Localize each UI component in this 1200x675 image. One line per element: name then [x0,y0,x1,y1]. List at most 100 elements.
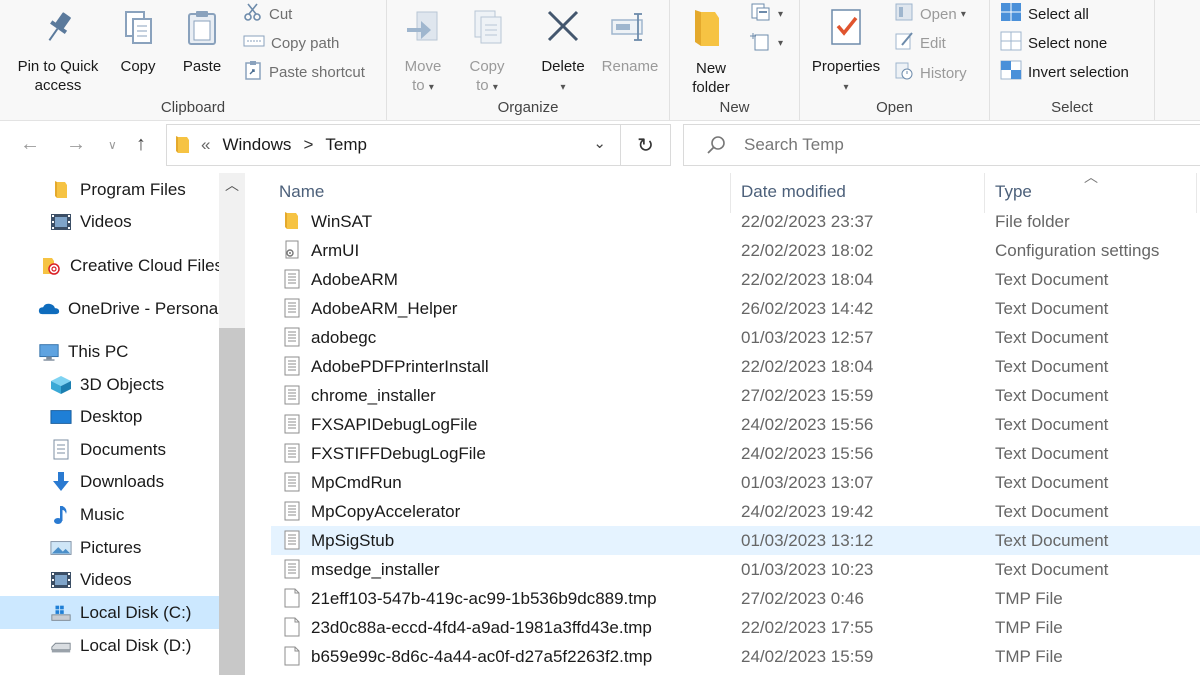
file-row[interactable]: ArmUI 22/02/2023 18:02 Configuration setti… [271,236,1200,265]
file-row[interactable]: MpSigStub 01/03/2023 13:12 Text Document [271,526,1200,555]
nav-item-local-disk-c[interactable]: Local Disk (C:) [50,598,191,628]
history-button[interactable]: History [894,62,967,85]
copy-button[interactable]: Copy [110,8,166,76]
nav-item-3d-objects[interactable]: 3D Objects [50,370,164,400]
paste-icon [173,8,231,53]
text-file-icon [283,385,301,410]
delete-button[interactable]: Delete ▾ [533,8,593,97]
cut-button[interactable]: Cut [243,3,292,26]
column-divider[interactable] [1196,173,1197,213]
file-row[interactable]: msedge_installer 01/03/2023 10:23 Text Doc… [271,555,1200,584]
rename-button[interactable]: Rename [597,8,663,76]
address-overflow[interactable]: « [201,135,210,155]
properties-button[interactable]: Properties ▾ [804,8,888,97]
column-divider[interactable] [730,173,731,213]
open-group: Properties ▾ Open ▾ Edit History Open [800,0,990,120]
refresh-icon: ↻ [637,134,654,157]
file-type: Text Document [995,415,1109,434]
nav-item-this-pc[interactable]: This PC [38,337,128,367]
file-type: Configuration settings [995,241,1160,260]
file-row[interactable]: MpCmdRun 01/03/2023 13:07 Text Document [271,468,1200,497]
nav-item-label: 3D Objects [80,375,165,394]
nav-item-program-files[interactable]: Program Files [50,175,186,205]
recent-locations-chevron-icon[interactable]: ∨ [108,138,117,152]
copy-path-button[interactable]: Copy path [243,33,339,55]
nav-item-pictures[interactable]: Pictures [50,533,141,563]
paste-button[interactable]: Paste [173,8,231,76]
file-name: ArmUI [311,241,360,260]
copy-to-button[interactable]: Copy to ▾ [457,8,517,97]
file-row[interactable]: 23d0c88a-eccd-4fd4-a9ad-1981a3ffd43e.tmp… [271,613,1200,642]
new-item-button[interactable]: ▾ [750,3,783,26]
column-header-name[interactable]: Name [279,182,324,202]
nav-item-local-disk-d[interactable]: Local Disk (D:) [50,631,191,661]
file-row[interactable]: AdobePDFPrinterInstall 22/02/2023 18:04 Te… [271,352,1200,381]
navigation-scrollbar-thumb[interactable] [219,328,245,675]
nav-item-desktop[interactable]: Desktop [50,402,142,432]
file-type: Text Document [995,473,1109,492]
file-row[interactable]: FXSAPIDebugLogFile 24/02/2023 15:56 Text D… [271,410,1200,439]
file-row[interactable]: WinSAT 22/02/2023 23:37 File folder [271,207,1200,236]
nav-item-downloads[interactable]: Downloads [50,467,164,497]
move-to-button[interactable]: Move to ▾ [393,8,453,97]
nav-item-music[interactable]: Music [50,500,124,530]
breadcrumb-temp[interactable]: Temp [325,135,367,155]
open-button[interactable]: Open ▾ [894,3,966,26]
navigation-scrollbar[interactable]: ︿ [219,173,245,675]
file-type: Text Document [995,270,1109,289]
scroll-up-chevron-icon[interactable]: ︿ [225,175,239,195]
paste-shortcut-button[interactable]: Paste shortcut [243,60,365,84]
file-row[interactable]: MpCopyAccelerator 24/02/2023 19:42 Text Do… [271,497,1200,526]
text-file-icon [283,269,301,294]
file-row[interactable]: FXSTIFFDebugLogFile 24/02/2023 15:56 Text … [271,439,1200,468]
file-row[interactable]: 21eff103-547b-419c-ac99-1b536b9dc889.tmp… [271,584,1200,613]
select-all-button[interactable]: Select all [1000,2,1089,26]
search-box[interactable]: Search Temp [683,124,1200,166]
easy-access-button[interactable]: ▾ [750,32,783,55]
file-type: Text Document [995,328,1109,347]
new-folder-label-line1: New [695,60,726,77]
open-group-label: Open [876,99,913,116]
file-row[interactable]: AdobeARM 22/02/2023 18:04 Text Document [271,265,1200,294]
invert-selection-button[interactable]: Invert selection [1000,60,1129,84]
up-arrow-icon[interactable]: ↑ [136,133,146,156]
forward-arrow-icon[interactable]: → [66,133,86,156]
nav-item-videos-2[interactable]: Videos [50,565,132,595]
3d-objects-icon [50,375,72,395]
file-row[interactable]: AdobeARM_Helper 26/02/2023 14:42 Text Docu… [271,294,1200,323]
new-folder-button[interactable]: New folder [676,8,746,97]
file-row[interactable]: adobegc 01/03/2023 12:57 Text Document [271,323,1200,352]
nav-item-label: Documents [80,440,166,459]
downloads-icon [50,472,72,492]
address-bar[interactable]: « Windows > Temp ⌄ [166,124,621,166]
nav-item-onedrive[interactable]: OneDrive - Personal [38,294,220,324]
back-arrow-icon[interactable]: ← [20,133,40,156]
config-icon [283,240,301,265]
text-file-icon [283,530,301,555]
nav-item-documents[interactable]: Documents [50,435,166,465]
organize-group: Move to ▾ Copy to ▾ Delete ▾ Rename Orga… [387,0,670,120]
blank-file-icon [283,646,301,671]
select-none-button[interactable]: Select none [1000,31,1107,55]
nav-item-creative-cloud[interactable]: Creative Cloud Files [40,251,220,281]
column-header-date-modified[interactable]: Date modified [741,182,846,202]
copy-path-icon [243,33,265,56]
breadcrumb-windows[interactable]: Windows [222,135,291,155]
refresh-button[interactable]: ↻ [621,124,671,166]
edit-button[interactable]: Edit [894,31,946,55]
address-dropdown-chevron-icon[interactable]: ⌄ [593,134,606,152]
file-row[interactable]: b659e99c-8d6c-4a44-ac0f-d27a5f2263f2.tmp… [271,642,1200,671]
file-date-modified: 22/02/2023 18:02 [741,241,874,260]
properties-label: Properties [811,58,881,75]
nav-item-videos[interactable]: Videos [50,207,132,237]
copy-path-label: Copy path [271,35,340,52]
file-name: WinSAT [311,212,373,231]
column-header-type[interactable]: Type [995,182,1032,202]
nav-item-label: Videos [80,570,132,589]
breadcrumb-separator[interactable]: > [303,135,313,155]
pin-to-quick-access-button[interactable]: Pin to Quick access [8,8,108,95]
file-name: FXSTIFFDebugLogFile [311,444,486,463]
windows-drive-icon [50,603,72,623]
column-divider[interactable] [984,173,985,213]
file-row[interactable]: chrome_installer 27/02/2023 15:59 Text Doc… [271,381,1200,410]
